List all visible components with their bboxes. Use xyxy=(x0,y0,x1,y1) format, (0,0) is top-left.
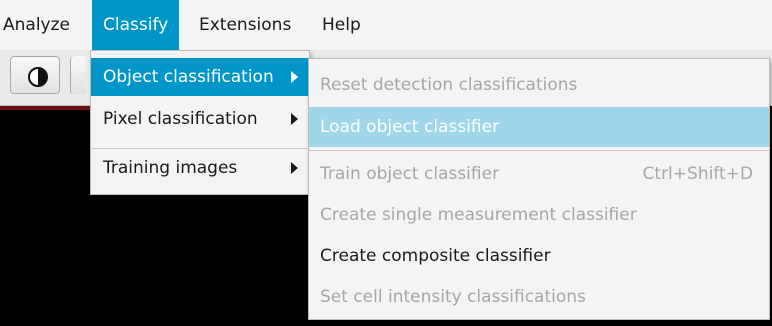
menu-item-label: Training images xyxy=(103,158,238,178)
menu-item-label: Set cell intensity classifications xyxy=(320,287,586,307)
menu-bar: Analyze Classify Extensions Help xyxy=(0,0,772,50)
menu-extensions[interactable]: Extensions xyxy=(188,0,302,50)
menu-item-set-cell-intensity-classifications[interactable]: Set cell intensity classifications xyxy=(309,277,769,317)
menu-item-pixel-classification[interactable]: Pixel classification xyxy=(91,100,309,138)
menu-item-create-single-measurement-classifier[interactable]: Create single measurement classifier xyxy=(309,195,769,235)
menu-item-train-object-classifier[interactable]: Train object classifier Ctrl+Shift+D xyxy=(309,154,769,194)
shortcut-label: Ctrl+Shift+D xyxy=(642,164,753,184)
menu-item-create-composite-classifier[interactable]: Create composite classifier xyxy=(309,236,769,276)
classify-dropdown: Object classification Pixel classificati… xyxy=(90,50,310,195)
menu-item-label: Create composite classifier xyxy=(320,246,551,266)
contrast-icon xyxy=(28,67,48,87)
menu-item-object-classification[interactable]: Object classification xyxy=(91,58,309,96)
menu-classify[interactable]: Classify xyxy=(92,0,180,50)
menu-separator xyxy=(309,150,769,151)
menu-analyze[interactable]: Analyze xyxy=(0,0,81,50)
object-classification-submenu: Reset detection classifications Load obj… xyxy=(308,58,770,320)
submenu-arrow-icon xyxy=(291,162,298,174)
submenu-arrow-icon xyxy=(291,113,298,125)
menu-item-label: Create single measurement classifier xyxy=(320,205,637,225)
menu-item-label: Train object classifier xyxy=(320,164,500,184)
menu-item-load-object-classifier[interactable]: Load object classifier xyxy=(309,107,769,147)
menu-item-reset-detection-classifications[interactable]: Reset detection classifications xyxy=(309,65,769,105)
brightness-contrast-button[interactable] xyxy=(10,56,60,94)
submenu-arrow-icon xyxy=(291,71,298,83)
toolbar-button-partial[interactable] xyxy=(70,56,85,94)
menu-item-label: Reset detection classifications xyxy=(320,75,578,95)
menu-item-label: Object classification xyxy=(103,67,274,87)
menu-item-training-images[interactable]: Training images xyxy=(91,149,309,187)
menu-help[interactable]: Help xyxy=(311,0,372,50)
menu-item-label: Load object classifier xyxy=(320,117,500,137)
menu-item-label: Pixel classification xyxy=(103,109,258,129)
